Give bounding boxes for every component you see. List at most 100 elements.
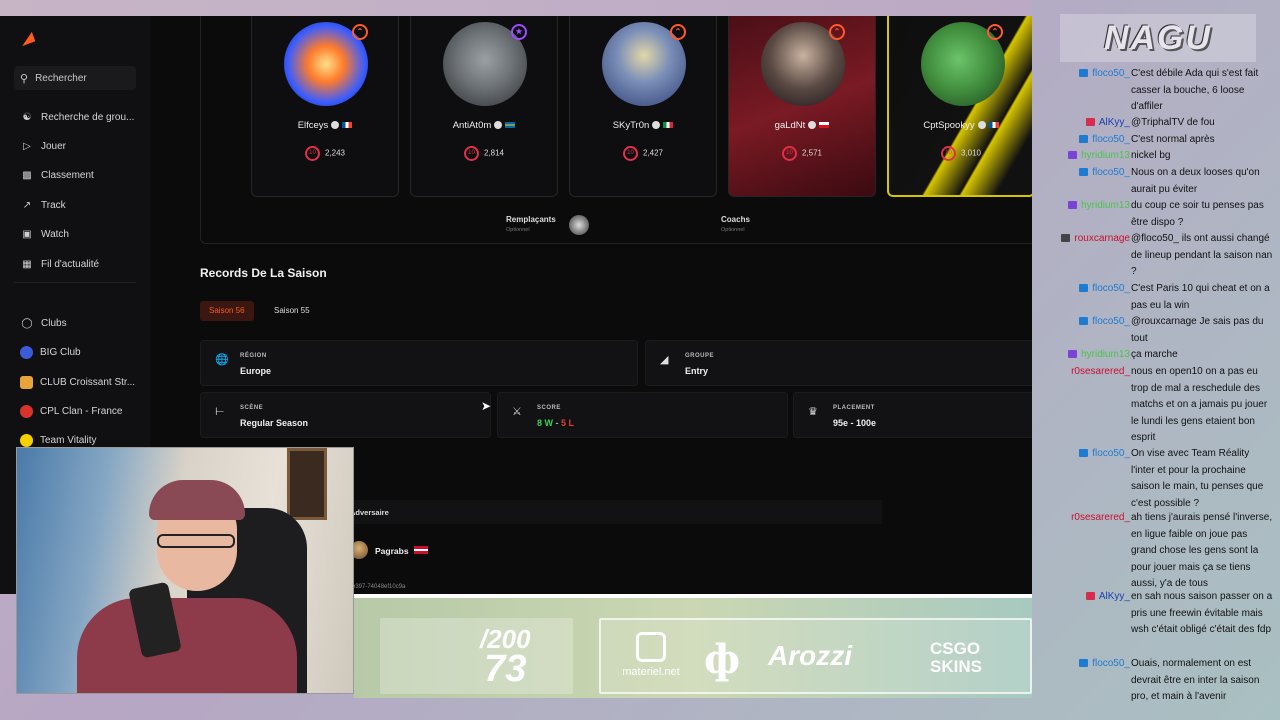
group-icon: ◢ [660,354,669,366]
sidebar-item-leaderboard[interactable]: ▩ Classement [20,167,94,183]
rank-badge-icon: ⌃ [829,24,845,40]
skill-level-icon: 10 [622,146,638,161]
chat-badge-icon [1068,350,1078,359]
chat-username[interactable]: floco50_ [1079,132,1130,149]
chat-badge-icon [1079,168,1089,177]
chat-username-text: hyridium13 [1081,150,1130,161]
sidebar-club-croissant[interactable]: CLUB Croissant Str... [20,374,135,390]
verified-icon [652,121,661,130]
substitutes-label: Remplaçants Optionnel [506,215,556,233]
tab-season-55[interactable]: Saison 55 [265,301,319,321]
chat-message-text: en sah nous saison passer on a pris une … [1131,591,1273,635]
flag-se-icon [505,122,516,129]
chat-username[interactable]: hyridium13 [1068,198,1130,215]
chat-username[interactable]: floco50_ [1079,446,1130,463]
chat-username-text: floco50_ [1092,68,1130,79]
group-value: Entry [685,366,709,376]
chat-badge-icon [1079,69,1089,78]
region-value: Europe [240,366,272,376]
sidebar-item-play[interactable]: ▷ Jouer [20,138,66,154]
sidebar-item-watch[interactable]: ▣ Watch [20,226,69,242]
channel-logo: NAGU [1060,14,1256,62]
verified-icon [808,121,817,130]
player-name: Elfceys [297,120,329,131]
chat-username[interactable]: r0sesarered_ [1071,364,1130,381]
chat-message-text: ah tiens j'aurais pensé l'inverse, en li… [1131,512,1273,589]
player-elo: 2,427 [642,148,664,158]
search-button[interactable]: ⚲ Rechercher [14,66,136,90]
chat-username-text: floco50_ [1092,448,1130,459]
chat-badge-icon [1068,151,1078,160]
chat-username[interactable]: floco50_ [1079,165,1130,182]
chat-username-text: AlKyy_ [1098,117,1130,128]
chat-username[interactable]: floco50_ [1079,314,1130,331]
skill-level-icon: 10 [463,146,479,161]
skill-level-icon: 10 [304,146,320,161]
sponsor-materiel: materiel.net [619,632,683,678]
chat-username[interactable]: floco50_ [1079,281,1130,298]
sponsor-pg-logo-icon: ф [704,636,741,683]
chat-message-text: du coup ce soir tu penses pas être dispo… [1131,200,1264,228]
chat-username-text: r0sesarered_ [1071,512,1130,523]
player-elo: 3,010 [960,148,982,158]
faceit-logo-icon[interactable] [18,31,36,47]
chat-badge-icon [1079,317,1089,326]
sidebar-club-cpl[interactable]: CPL Clan - France [20,403,122,419]
chat-username[interactable]: r0sesarered_ [1071,510,1130,527]
chat-username-text: AlKyy_ [1098,591,1130,602]
player-card[interactable]: ★ AntiAt0m 10 2,814 [410,16,558,197]
add-substitute-avatar[interactable] [569,215,589,235]
sub-goal-counter: /200 73 [480,624,531,690]
chat-username[interactable]: rouxcarnage [1061,231,1130,248]
region-card: 🌐 RÉGION Europe [200,340,638,386]
flag-fr-icon [988,122,999,129]
chat-username[interactable]: hyridium13 [1068,347,1130,364]
chat-badge-icon [1085,592,1095,601]
chat-username[interactable]: AlKyy_ [1085,115,1130,132]
player-card[interactable]: ⌃ SKyTr0n 10 2,427 [569,16,717,197]
sidebar-divider [14,282,136,283]
sidebar-item-clubs[interactable]: ◯ Clubs [20,315,66,331]
browser-top-strip [0,0,1032,16]
player-name: SKyTr0n [612,120,650,131]
player-elo: 2,571 [801,148,823,158]
tab-season-56[interactable]: Saison 56 [200,301,254,321]
sponsor-arozzi: Arozzi [768,640,852,671]
player-name: AntiAt0m [452,120,492,131]
chat-message-text: ça marche [1131,349,1178,360]
player-name: CptSpookyy [923,120,975,131]
sidebar-club-big[interactable]: BIG Club [20,344,81,360]
sidebar-item-feed[interactable]: ▦ Fil d'actualité [20,256,99,272]
player-card[interactable]: ⌃ gaLdNt 10 2,571 [728,16,876,197]
chat-message-text: C'est débile Ada qui s'est fait casser l… [1131,68,1259,112]
mouse-cursor-icon: ➤ [481,399,492,413]
chat-badge-icon [1079,659,1089,668]
player-card[interactable]: ⌃ Elfceys 10 2,243 [251,16,399,197]
placement-card: ♛ PLACEMENT 95e - 100e [793,392,1032,438]
roster-panel: ⌃ Elfceys 10 2,243 ★ AntiAt0m 10 2,814 ⌃ S… [200,16,1032,244]
chat-message-text: @TriphalTV de fou [1131,117,1215,128]
search-label: Rechercher [35,72,87,84]
chat-username-text: floco50_ [1092,167,1130,178]
verified-icon [494,121,503,130]
chat-username[interactable]: hyridium13 [1068,148,1130,165]
rank-badge-icon: ⌃ [670,24,686,40]
chat-username[interactable]: AlKyy_ [1085,589,1130,606]
sidebar-item-track[interactable]: ↗ Track [20,197,66,213]
chat-username[interactable]: floco50_ [1079,656,1130,673]
crossed-swords-icon: ⚔ [512,406,522,418]
sidebar-item-party-finder[interactable]: ☯ Recherche de grou... [20,109,135,125]
stage-card: ⊢ SCÈNE Regular Season [200,392,491,438]
chat-username[interactable]: floco50_ [1079,66,1130,83]
sidebar-club-vitality[interactable]: Team Vitality [20,432,97,448]
player-card[interactable]: ⌃ CptSpookyy 10 3,010 [887,16,1032,197]
big-club-logo-icon [20,345,33,359]
chat-username-text: rouxcarnage [1074,233,1130,244]
chat-message-text: Nous on a deux looses qu'on aurait pu év… [1131,167,1260,195]
play-icon: ▷ [23,140,31,152]
chat-message-text: nickel bg [1131,150,1171,161]
skill-level-icon: 10 [781,146,797,161]
search-icon: ⚲ [20,72,29,85]
people-search-icon: ☯ [22,111,32,123]
player-elo: 2,243 [324,148,346,158]
